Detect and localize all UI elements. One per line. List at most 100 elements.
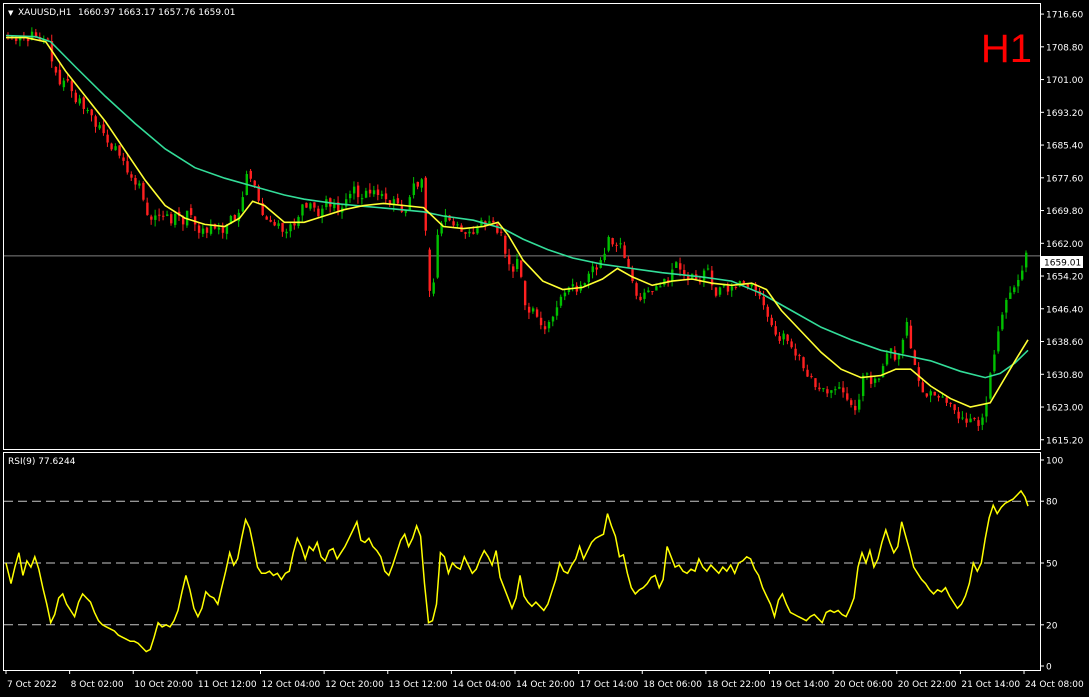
candle-body: [221, 227, 225, 233]
price-tick-label: 1701.00: [1046, 76, 1083, 86]
candle-body: [762, 296, 765, 306]
candle-body: [718, 287, 722, 295]
chart-canvas: 1716.60 1708.80 1701.00 1693.20 1685.40 1677.…: [3, 3, 1084, 690]
candle-body: [965, 418, 968, 423]
candle-body: [138, 183, 141, 186]
candle-body: [162, 215, 165, 217]
candle-body: [591, 266, 594, 273]
candle-body: [794, 348, 797, 356]
candle-body: [504, 235, 507, 254]
candle-body: [118, 145, 121, 156]
candle-body: [818, 387, 821, 390]
candle-body: [993, 354, 996, 372]
rsi-header: RSI(9) 77.6244: [8, 457, 76, 467]
time-tick-label: 8 Oct 02:00: [71, 680, 124, 690]
price-tick-label: 1623.00: [1046, 404, 1083, 414]
candle-body: [496, 224, 499, 233]
candle-body: [897, 354, 901, 360]
candle-body: [631, 269, 634, 282]
candle-body: [285, 231, 288, 234]
candle-body: [313, 202, 316, 208]
candle-body: [543, 326, 547, 330]
candle-body: [901, 339, 905, 354]
candle-body: [806, 369, 809, 377]
candle-body: [289, 224, 292, 232]
candle-body: [281, 222, 284, 232]
candle-body: [643, 292, 646, 299]
candle-body: [873, 378, 877, 383]
time-tick-label: 10 Oct 20:00: [134, 680, 193, 690]
candle-body: [519, 260, 523, 277]
candle-body: [126, 161, 129, 173]
candle-body: [265, 216, 268, 220]
candle-body: [539, 317, 543, 326]
ohlc-values: 1660.97 1663.17 1657.76 1659.01: [78, 8, 235, 18]
candle-body: [436, 234, 439, 278]
candle-body: [277, 223, 280, 226]
candle-body: [170, 214, 173, 224]
rsi-tick-label: 20: [1046, 621, 1058, 631]
candle-body: [611, 238, 614, 245]
candle-body: [404, 210, 408, 213]
candle-body: [452, 221, 455, 226]
candle-body: [774, 326, 777, 335]
ma-fast-line: [6, 36, 1029, 408]
ma-slow-line: [5, 34, 1029, 379]
candle-body: [492, 220, 495, 223]
candle-body: [798, 355, 801, 357]
candle-body: [814, 378, 817, 388]
candle-body: [770, 317, 773, 326]
candle-body: [655, 286, 658, 291]
candle-body: [734, 286, 738, 288]
candle-body: [726, 285, 730, 292]
candle-body: [62, 80, 66, 88]
candle-body: [317, 208, 320, 217]
candle-body: [205, 227, 209, 233]
candle-body: [412, 183, 416, 196]
candle-body: [408, 197, 412, 211]
candle-body: [456, 224, 459, 226]
candle-body: [364, 190, 368, 198]
time-tick-label: 11 Oct 12:00: [198, 680, 257, 690]
candle-body: [822, 388, 825, 390]
candle-body: [973, 418, 976, 420]
candle-body: [1025, 252, 1028, 268]
candle-body: [134, 177, 137, 185]
candle-body: [1005, 299, 1008, 313]
candle-body: [969, 418, 972, 423]
candle-body: [1021, 270, 1024, 280]
candle-body: [595, 267, 598, 270]
time-tick-label: 13 Oct 12:00: [389, 680, 448, 690]
candle-body: [997, 331, 1000, 352]
candle-body: [623, 245, 626, 258]
price-tick-label: 1638.60: [1046, 338, 1083, 348]
candle-body: [90, 109, 93, 116]
candle-body: [356, 185, 360, 198]
candle-body: [857, 399, 861, 410]
candle-body: [464, 232, 467, 234]
candle-body: [376, 189, 380, 196]
candle-body: [468, 231, 471, 234]
candle-body: [225, 225, 229, 234]
candle-body: [949, 402, 952, 404]
chart-menu-icon[interactable]: ▼: [8, 9, 14, 17]
time-tick-label: 17 Oct 14:00: [580, 680, 639, 690]
candle-body: [174, 213, 177, 225]
candle-body: [82, 97, 85, 109]
candle-body: [937, 395, 940, 398]
candle-body: [142, 182, 145, 200]
candle-body: [615, 244, 618, 246]
rsi-tick-label: 100: [1046, 457, 1063, 467]
candle-body: [130, 174, 133, 178]
candle-body: [639, 296, 642, 300]
candle-body: [14, 38, 18, 41]
time-tick-label: 20 Oct 22:00: [898, 680, 957, 690]
candle-body: [683, 270, 686, 275]
candle-body: [925, 393, 929, 397]
candle-body: [54, 66, 58, 73]
candle-body: [352, 186, 356, 194]
main-pane-frame: [3, 3, 1041, 450]
candle-body: [555, 307, 559, 316]
price-tick-label: 1654.20: [1046, 273, 1083, 283]
candle-body: [953, 404, 956, 411]
